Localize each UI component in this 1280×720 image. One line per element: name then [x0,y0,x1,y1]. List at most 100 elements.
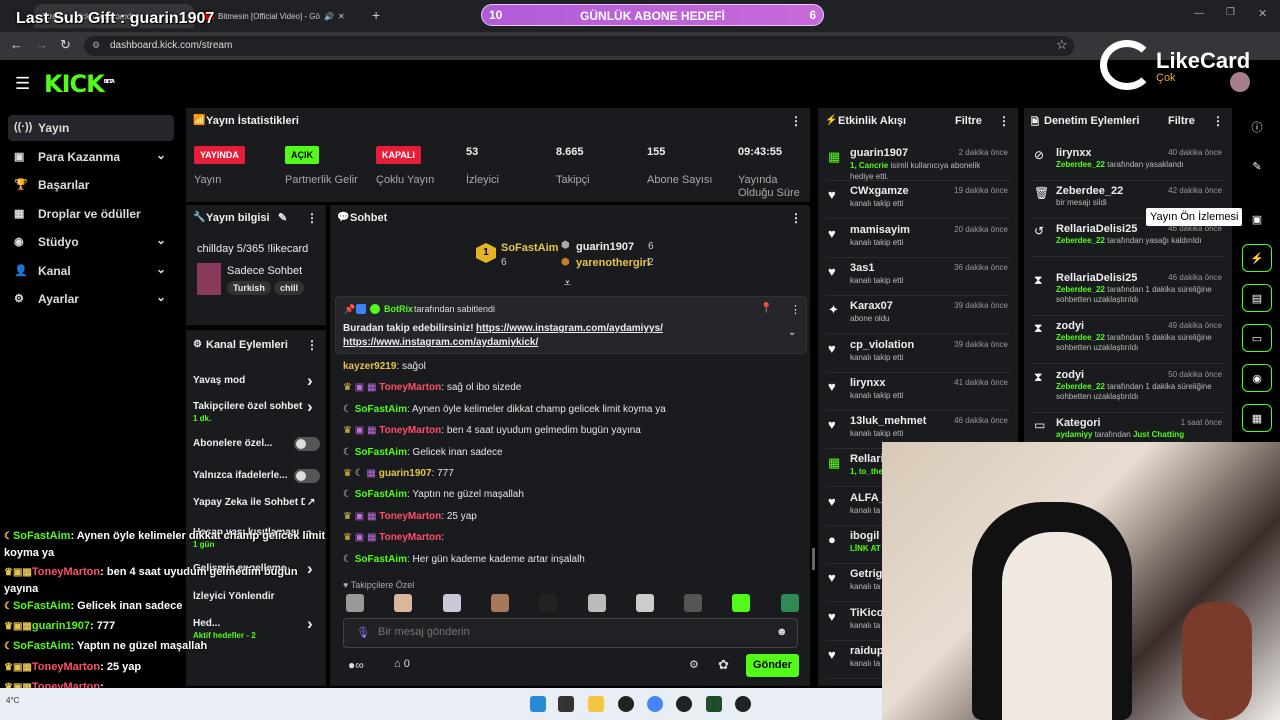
expand-icon[interactable]: ⩡ [564,276,571,291]
channel-action-item[interactable]: Yavaş mod › [193,371,315,390]
moderation-target[interactable]: zodyi [1056,369,1084,381]
sidebar-item[interactable]: ((·)) Yayın [8,115,174,141]
chevron-right-icon[interactable]: › [307,614,313,634]
channel-action-item[interactable]: Yalnızca ifadelerle... [193,469,320,483]
kick-logo[interactable]: KICKBETA [44,70,115,98]
moderation-item[interactable]: ⊘ lirynxx 40 dakika önce Zeberdee_22 tarafı… [1032,143,1224,181]
chrome-icon[interactable] [647,696,663,712]
top-gifter-name[interactable]: yarenothergirl [576,257,650,269]
pinned-by-user[interactable]: BotRix [384,304,413,314]
more-icon[interactable]: ⋮ [790,303,801,316]
taskview-icon[interactable] [558,696,574,712]
emote-icon[interactable] [732,594,751,612]
more-icon[interactable]: ⋮ [306,211,318,225]
emote-icon[interactable] [587,594,606,612]
chat-icon[interactable]: ▭ [1242,324,1272,352]
moderation-target[interactable]: zodyi [1056,320,1084,332]
chevron-down-icon[interactable]: ⌄ [788,327,796,338]
chat-username[interactable]: SoFastAim [355,554,407,565]
chat-settings-icon[interactable]: ⚙ [689,658,699,671]
sidebar-item[interactable]: ▣ Para Kazanma ⌄ [8,144,174,170]
more-icon[interactable]: ⋮ [790,114,802,128]
activity-username[interactable]: ibogil [850,530,879,542]
top-gifter-name[interactable]: guarin1907 [576,241,634,253]
maximize-icon[interactable]: ❐ [1226,7,1235,18]
edit-layout-icon[interactable]: ✎ [1242,152,1272,180]
windows-start-icon[interactable] [530,696,546,712]
chat-username[interactable]: SoFastAim [355,447,407,458]
activity-username[interactable]: cp_violation [850,339,914,351]
pinned-link[interactable]: https://www.instagram.com/aydamiyys/ [476,323,663,334]
moderation-item[interactable]: ⧗ RellariaDelisi25 46 dakika önce Zeberdee_… [1032,268,1224,316]
moderator-name[interactable]: aydamiyy [1056,430,1092,439]
moderation-target[interactable]: lirynxx [1056,147,1091,159]
sidebar-item[interactable]: 👤 Kanal ⌄ [8,258,174,284]
sidebar-item[interactable]: ⚙ Ayarlar ⌄ [8,286,174,312]
activity-item[interactable]: ♥ 3as1 36 dakika önce kanalı takip etti [826,258,1010,296]
activity-filter-button[interactable]: Filtre [955,115,982,127]
emote-icon[interactable] [442,594,461,612]
emote-icon[interactable] [684,594,703,612]
activity-item[interactable]: ♥ lirynxx 41 dakika önce kanalı takip etti [826,373,1010,411]
site-info-icon[interactable]: ⚙ [92,40,100,51]
activity-username[interactable]: 13luk_mehmet [850,415,926,427]
more-icon[interactable]: ⋮ [306,338,318,352]
audio-icon[interactable]: 🔊 [324,12,334,21]
chevron-right-icon[interactable]: › [307,397,313,417]
obs-icon[interactable] [618,696,634,712]
activity-username[interactable]: Karax07 [850,300,893,312]
minimize-icon[interactable]: — [1194,8,1204,19]
emote-icon[interactable] [346,594,364,612]
chevron-right-icon[interactable]: › [307,371,313,391]
app-icon[interactable] [676,696,692,712]
chat-username[interactable]: SoFastAim [355,404,407,415]
lightning-icon[interactable]: ⚡ [1242,244,1272,272]
activity-item[interactable]: ✦ Karax07 39 dakika önce abone oldu [826,296,1010,335]
chevron-down-icon[interactable]: ⌄ [156,148,166,162]
emote-icon[interactable] [490,594,509,612]
activity-username[interactable]: guarin1907 [850,147,908,159]
activity-username[interactable]: 3as1 [850,262,874,274]
layout-icon[interactable]: ▦ [1242,404,1272,432]
info-icon[interactable]: ⓘ [1242,113,1272,141]
emote-icon[interactable] [635,594,654,612]
chat-scrollbar[interactable] [812,548,815,570]
chat-username[interactable]: ToneyMarton [379,511,441,522]
chevron-down-icon[interactable]: ⌄ [156,233,166,247]
channel-action-item[interactable]: Yapay Zeka ile Sohbet Denetimi↗ [193,497,315,509]
edit-icon[interactable]: ✎ [278,211,287,224]
bookmark-star-icon[interactable]: ☆ [1056,37,1068,53]
url-field[interactable]: dashboard.kick.com/stream [84,36,1074,56]
activity-username[interactable]: raidup [850,645,884,657]
tab-youtube[interactable]: Bitmesin [Official Video] - Gö 🔊 ✕ [196,4,356,28]
activity-username[interactable]: CWxgamze [850,185,909,197]
mic-icon[interactable]: 🎙 [356,626,370,639]
menu-icon[interactable]: ☰ [15,74,30,94]
moderator-name[interactable]: Zeberdee_22 [1056,160,1105,169]
moderation-target[interactable]: Kategori [1056,417,1101,429]
external-link-icon[interactable]: ↗ [307,497,315,508]
stream-preview-icon[interactable]: ▣ [1242,205,1272,233]
file-explorer-icon[interactable] [588,696,604,712]
emote-icon[interactable] [780,594,799,612]
chat-input[interactable] [378,626,758,638]
chevron-down-icon[interactable]: ⌄ [156,262,166,276]
moderation-target[interactable]: RellariaDelisi25 [1056,272,1137,284]
activity-item[interactable]: ♥ cp_violation 39 dakika önce kanalı takip … [826,335,1010,373]
top-gifter-name[interactable]: SoFastAim [501,242,558,254]
toggle-switch[interactable] [294,469,320,483]
sidebar-item[interactable]: 🏆 Başarılar [8,172,174,198]
moderation-target[interactable]: RellariaDelisi25 [1056,223,1137,235]
pinned-link[interactable]: https://www.instagram.com/aydamiykick/ [343,337,538,348]
sidebar-item[interactable]: ▦ Droplar ve ödüller [8,201,174,227]
moderator-name[interactable]: Zeberdee_22 [1056,333,1105,342]
emote-icon[interactable] [394,594,413,612]
chat-username[interactable]: SoFastAim [355,489,407,500]
moderator-name[interactable]: Zeberdee_22 [1056,236,1105,245]
channel-action-item[interactable]: Takipçilere özel sohbet 1 dk. › [193,397,315,423]
moderation-item[interactable]: ⧗ zodyi 50 dakika önce Zeberdee_22 tarafınd… [1032,365,1224,413]
gift-sub-icon[interactable]: ⌂ 0 [394,658,410,670]
toggle-switch[interactable] [294,437,320,451]
document-icon[interactable]: ▤ [1242,284,1272,312]
chat-username[interactable]: ToneyMarton [379,382,441,393]
